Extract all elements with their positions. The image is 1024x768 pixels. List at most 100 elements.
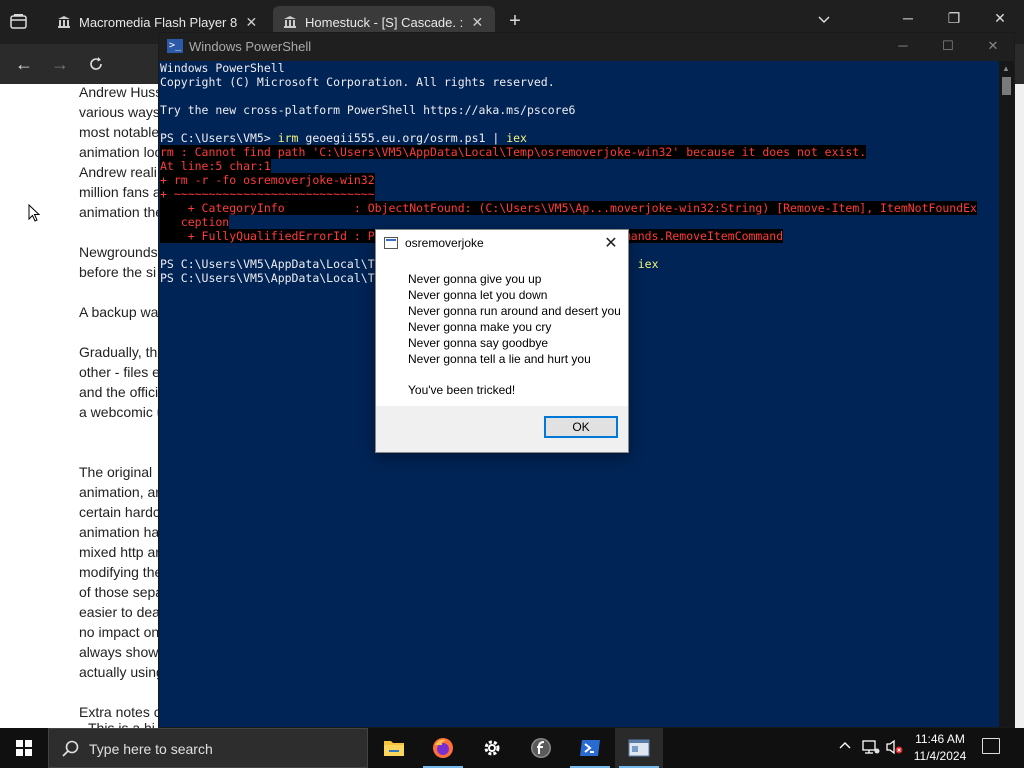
reload-button[interactable] xyxy=(83,52,109,76)
close-tab-icon[interactable]: ✕ xyxy=(470,14,485,31)
ok-button[interactable]: OK xyxy=(544,416,618,438)
back-button[interactable]: ← xyxy=(11,52,37,76)
error-line: + rm -r -fo osremoverjoke-win32 xyxy=(160,173,375,187)
console-scrollbar[interactable]: ▲ xyxy=(999,61,1014,727)
taskbar-file-explorer[interactable] xyxy=(370,728,418,768)
powershell-icon: >_ xyxy=(167,39,183,53)
dialog-message-line: Never gonna give you up xyxy=(408,272,542,286)
scroll-thumb[interactable] xyxy=(1002,77,1011,95)
close-window-button[interactable]: ✕ xyxy=(984,38,1002,54)
console-command-line: PS C:\Users\VM5> irm geoegii555.eu.org/o… xyxy=(160,131,527,145)
mouse-cursor-icon xyxy=(28,203,41,222)
restore-button[interactable]: ❐ xyxy=(944,10,964,27)
flash-icon xyxy=(529,736,553,760)
command-arg-text: geoegii555.eu.org/osrm.ps1 | xyxy=(298,131,507,145)
message-dialog: osremoverjoke ✕ Never gonna give you up … xyxy=(375,229,629,453)
dialog-message-line: Never gonna make you cry xyxy=(408,320,552,334)
article-line: million fans a xyxy=(79,184,161,200)
console-line: Copyright (C) Microsoft Corporation. All… xyxy=(160,75,555,89)
prompt-text: PS C:\Users\VM5> xyxy=(160,131,278,145)
dialog-titlebar[interactable]: osremoverjoke ✕ xyxy=(376,230,628,256)
search-box[interactable]: Type here to search xyxy=(48,728,368,768)
article-line: modifying the xyxy=(79,564,163,580)
dialog-footer-text: You've been tricked! xyxy=(408,383,516,397)
article-line: Newgrounds xyxy=(79,244,158,260)
article-line: Andrew reali xyxy=(79,164,157,180)
tab-label: Macromedia Flash Player 8 : Ma xyxy=(79,14,240,30)
taskbar: Type here to search 11:46 AM 11/4/2024 xyxy=(0,728,1024,768)
article-line: animation the xyxy=(79,204,164,220)
article-line: other - files e xyxy=(79,364,160,380)
command-iex-text: iex xyxy=(506,131,527,145)
article-line: The original xyxy=(79,464,153,480)
article-line: and the offici xyxy=(79,384,159,400)
chevron-up-icon[interactable] xyxy=(838,739,852,768)
close-tab-icon[interactable]: ✕ xyxy=(244,14,259,31)
error-line: rm : Cannot find path 'C:\Users\VM5\AppD… xyxy=(160,145,867,159)
window-title: Windows PowerShell xyxy=(189,39,312,54)
clock-time: 11:46 AM xyxy=(915,732,965,746)
dialog-footer: OK xyxy=(376,406,628,452)
new-tab-button[interactable]: + xyxy=(505,10,525,33)
article-line: of those sepa xyxy=(79,584,164,600)
taskbar-window-app[interactable] xyxy=(615,728,663,768)
scroll-up-icon[interactable]: ▲ xyxy=(1002,64,1010,73)
article-line: animation ha xyxy=(79,524,160,540)
clock-date: 11/4/2024 xyxy=(913,749,967,763)
taskbar-powershell[interactable] xyxy=(566,728,614,768)
file-explorer-icon xyxy=(382,736,406,760)
minimize-button[interactable]: ─ xyxy=(894,38,912,53)
tab-list-button[interactable] xyxy=(817,12,831,28)
article-line: Gradually, th xyxy=(79,344,158,360)
article-line: always show xyxy=(79,644,159,660)
notification-icon[interactable] xyxy=(982,738,1000,754)
article-line: certain hardc xyxy=(79,504,160,520)
close-icon[interactable]: ✕ xyxy=(602,233,620,253)
start-button[interactable] xyxy=(0,728,48,768)
article-line: actually using xyxy=(79,664,164,680)
article-line: various ways xyxy=(79,104,160,120)
article-line: Extra notes c xyxy=(79,704,161,720)
windows-logo-icon xyxy=(16,740,32,756)
museum-icon xyxy=(57,15,71,29)
page-scrollbar[interactable] xyxy=(1015,84,1024,728)
window-icon xyxy=(384,237,398,249)
console-prompt-line: PS C:\Users\VM5\AppData\Local\Temp> xyxy=(160,271,410,285)
taskbar-flash[interactable] xyxy=(517,728,565,768)
tab-actions-icon[interactable] xyxy=(8,12,30,32)
article-line: before the si xyxy=(79,264,157,280)
article-line: no impact on xyxy=(79,624,160,640)
maximize-button[interactable]: ☐ xyxy=(939,38,957,54)
command-iex-text: iex xyxy=(637,257,659,271)
article-line: Andrew Huss xyxy=(79,84,163,100)
article-line: most notable xyxy=(79,124,160,140)
taskbar-settings[interactable] xyxy=(468,728,516,768)
dialog-message-line: Never gonna tell a lie and hurt you xyxy=(408,352,591,366)
command-text: irm xyxy=(277,131,299,145)
dialog-message-line: Never gonna say goodbye xyxy=(408,336,549,350)
forward-button[interactable]: → xyxy=(47,52,73,76)
taskbar-firefox[interactable] xyxy=(419,728,467,768)
dialog-title: osremoverjoke xyxy=(405,236,484,250)
firefox-icon xyxy=(431,736,455,760)
settings-icon xyxy=(480,736,504,760)
error-line: At line:5 char:1 xyxy=(160,159,271,173)
dialog-message-line: Never gonna let you down xyxy=(408,288,548,302)
minimize-button[interactable]: ─ xyxy=(898,10,918,26)
tab-label: Homestuck - [S] Cascade. : Anc xyxy=(305,14,466,30)
network-icon[interactable] xyxy=(862,739,880,768)
article-line: animation, ar xyxy=(79,484,160,500)
close-window-button[interactable]: ✕ xyxy=(990,10,1010,27)
powershell-titlebar[interactable]: >_ Windows PowerShell ─ ☐ ✕ xyxy=(159,33,1014,61)
volume-muted-icon[interactable] xyxy=(886,739,904,768)
console-line: Try the new cross-platform PowerShell ht… xyxy=(160,103,576,117)
taskbar-clock[interactable]: 11:46 AM 11/4/2024 xyxy=(905,731,975,765)
error-line: + CategoryInfo : ObjectNotFound: (C:\Use… xyxy=(160,201,977,215)
article-line: easier to dea xyxy=(79,604,160,620)
dialog-message-line: Never gonna run around and desert you xyxy=(408,304,621,318)
error-line: + ~~~~~~~~~~~~~~~~~~~~~~~~~~~~~ xyxy=(160,187,375,201)
window-app-icon xyxy=(627,736,651,760)
console-line: Windows PowerShell xyxy=(160,61,285,75)
search-icon xyxy=(61,739,81,759)
article-line: animation loo xyxy=(79,144,163,160)
